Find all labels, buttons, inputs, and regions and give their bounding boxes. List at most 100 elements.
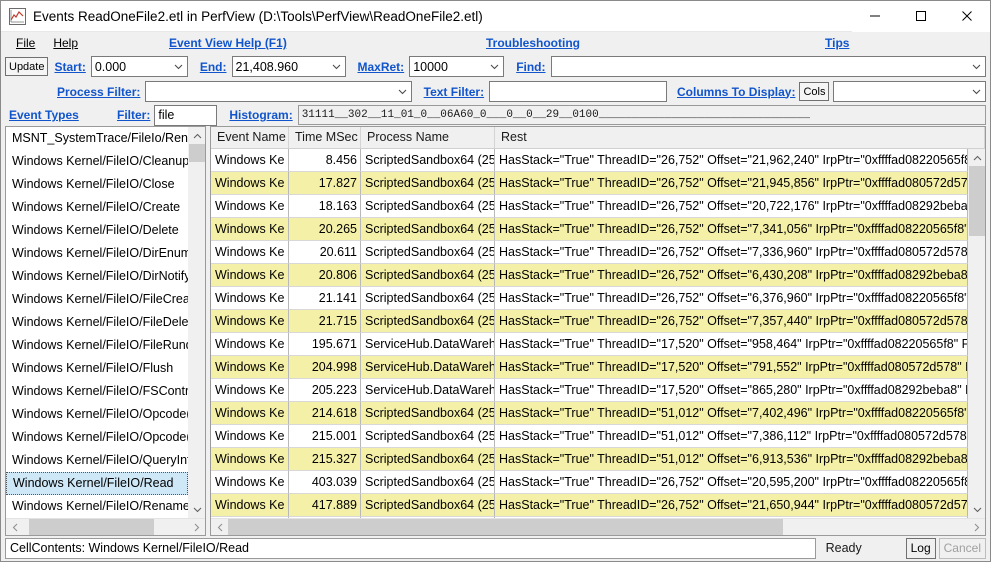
histogram-label[interactable]: Histogram:	[229, 108, 292, 122]
cell-process[interactable]: ServiceHub.DataWarehou	[361, 333, 495, 356]
cell-time[interactable]: 195.671	[289, 333, 361, 356]
table-row[interactable]: Windows Ke214.618ScriptedSandbox64 (2597…	[211, 402, 968, 425]
scroll-down-icon[interactable]	[969, 501, 985, 518]
cell-time[interactable]: 21.715	[289, 310, 361, 333]
event-type-item[interactable]: Windows Kernel/FileIO/QueryInfo	[6, 449, 188, 472]
close-button[interactable]	[944, 0, 990, 32]
cell-rest[interactable]: HasStack="True" ThreadID="26,752" Offset…	[495, 218, 968, 241]
table-row[interactable]: Windows Ke215.327ScriptedSandbox64 (2597…	[211, 448, 968, 471]
cell-rest[interactable]: HasStack="True" ThreadID="26,752" Offset…	[495, 172, 968, 195]
chevron-down-icon[interactable]	[169, 57, 187, 76]
scroll-down-icon[interactable]	[189, 501, 205, 518]
cell-event[interactable]: Windows Ke	[211, 333, 289, 356]
event-type-item[interactable]: Windows Kernel/FileIO/FileCreate	[6, 288, 188, 311]
cell-rest[interactable]: HasStack="True" ThreadID="26,752" Offset…	[495, 264, 968, 287]
cell-process[interactable]: ScriptedSandbox64 (2597	[361, 172, 495, 195]
cell-process[interactable]: ScriptedSandbox64 (2597	[361, 241, 495, 264]
cell-time[interactable]: 417.889	[289, 494, 361, 517]
menu-item-file[interactable]: File	[7, 32, 44, 54]
scroll-up-icon[interactable]	[969, 149, 985, 166]
table-row[interactable]: Windows Ke204.998ServiceHub.DataWarehouH…	[211, 356, 968, 379]
cell-process[interactable]: ScriptedSandbox64 (2597	[361, 402, 495, 425]
table-row[interactable]: Windows Ke215.001ScriptedSandbox64 (2597…	[211, 425, 968, 448]
chevron-down-icon[interactable]	[393, 82, 411, 101]
table-row[interactable]: Windows Ke21.141ScriptedSandbox64 (2597H…	[211, 287, 968, 310]
cell-rest[interactable]: HasStack="True" ThreadID="51,012" Offset…	[495, 448, 968, 471]
scroll-right-icon[interactable]	[968, 519, 985, 535]
end-combo[interactable]	[231, 56, 346, 77]
table-row[interactable]: Windows Ke21.715ScriptedSandbox64 (2597H…	[211, 310, 968, 333]
tips-link[interactable]: Tips	[825, 36, 849, 50]
cell-event[interactable]: Windows Ke	[211, 241, 289, 264]
event-type-item[interactable]: Windows Kernel/FileIO/Opcode(8	[6, 426, 188, 449]
event-type-item[interactable]: Windows Kernel/FileIO/FileRundo	[6, 334, 188, 357]
cell-rest[interactable]: HasStack="True" ThreadID="26,752" Offset…	[495, 241, 968, 264]
table-row[interactable]: Windows Ke17.827ScriptedSandbox64 (2597H…	[211, 172, 968, 195]
vertical-scroll-thumb[interactable]	[189, 144, 205, 162]
cell-time[interactable]: 8.456	[289, 149, 361, 172]
cell-event[interactable]: Windows Ke	[211, 195, 289, 218]
chevron-down-icon[interactable]	[327, 57, 345, 76]
column-header-0[interactable]: Event Name	[211, 127, 289, 148]
process-filter-label[interactable]: Process Filter:	[57, 85, 140, 99]
cell-time[interactable]: 214.618	[289, 402, 361, 425]
chevron-down-icon[interactable]	[968, 82, 986, 101]
cell-event[interactable]: Windows Ke	[211, 310, 289, 333]
update-button[interactable]: Update	[5, 57, 49, 76]
cell-time[interactable]: 20.265	[289, 218, 361, 241]
cell-process[interactable]: ServiceHub.DataWarehou	[361, 356, 495, 379]
vertical-scroll-track[interactable]	[189, 144, 205, 501]
scroll-right-icon[interactable]	[188, 519, 205, 535]
cell-rest[interactable]: HasStack="True" ThreadID="26,752" Offset…	[495, 195, 968, 218]
cell-time[interactable]: 205.223	[289, 379, 361, 402]
cell-event[interactable]: Windows Ke	[211, 218, 289, 241]
menu-item-help[interactable]: Help	[44, 32, 87, 54]
column-header-3[interactable]: Rest	[495, 127, 985, 148]
cols-button[interactable]: Cols	[799, 82, 830, 101]
column-header-2[interactable]: Process Name	[361, 127, 495, 148]
text-filter-input-wrap[interactable]	[489, 81, 667, 102]
cell-rest[interactable]: HasStack="True" ThreadID="26,752" Offset…	[495, 471, 968, 494]
maxret-input[interactable]	[410, 57, 487, 76]
column-header-1[interactable]: Time MSec	[289, 127, 361, 148]
table-row[interactable]: Windows Ke417.889ScriptedSandbox64 (2597…	[211, 494, 968, 517]
cell-process[interactable]: ScriptedSandbox64 (2597	[361, 494, 495, 517]
event-types-header[interactable]: Event Types	[9, 108, 117, 122]
cell-time[interactable]: 204.998	[289, 356, 361, 379]
start-input[interactable]	[91, 57, 170, 76]
horizontal-scroll-thumb[interactable]	[29, 519, 154, 535]
scroll-left-icon[interactable]	[6, 519, 23, 535]
cell-event[interactable]: Windows Ke	[211, 287, 289, 310]
chevron-down-icon[interactable]	[968, 57, 985, 76]
event-type-item[interactable]: Windows Kernel/FileIO/FSControl	[6, 380, 188, 403]
cell-process[interactable]: ScriptedSandbox64 (2597	[361, 218, 495, 241]
event-types-filter-wrap[interactable]	[154, 104, 218, 126]
event-types-horizontal-scrollbar[interactable]	[6, 518, 205, 535]
cell-rest[interactable]: HasStack="True" ThreadID="17,520" Offset…	[495, 379, 968, 402]
event-type-item[interactable]: Windows Kernel/FileIO/Create	[6, 196, 188, 219]
troubleshooting-link[interactable]: Troubleshooting	[486, 36, 580, 50]
cell-process[interactable]: ScriptedSandbox64 (2597	[361, 471, 495, 494]
cell-rest[interactable]: HasStack="True" ThreadID="26,752" Offset…	[495, 287, 968, 310]
text-filter-input[interactable]	[490, 82, 666, 101]
text-filter-label[interactable]: Text Filter:	[424, 85, 484, 99]
cell-time[interactable]: 18.163	[289, 195, 361, 218]
cell-time[interactable]: 20.806	[289, 264, 361, 287]
cell-process[interactable]: ScriptedSandbox64 (2597	[361, 310, 495, 333]
event-view-help-link[interactable]: Event View Help (F1)	[169, 36, 287, 50]
columns-to-display-label[interactable]: Columns To Display:	[677, 85, 795, 99]
minimize-button[interactable]	[852, 0, 898, 32]
start-combo[interactable]	[90, 56, 188, 77]
cell-time[interactable]: 215.327	[289, 448, 361, 471]
grid-vertical-scrollbar[interactable]	[968, 149, 985, 518]
event-type-item[interactable]: Windows Kernel/FileIO/Cleanup	[6, 150, 188, 173]
find-label[interactable]: Find:	[516, 60, 545, 74]
cell-event[interactable]: Windows Ke	[211, 425, 289, 448]
event-type-item[interactable]: Windows Kernel/FileIO/DirEnum	[6, 242, 188, 265]
cell-event[interactable]: Windows Ke	[211, 172, 289, 195]
chevron-down-icon[interactable]	[486, 57, 504, 76]
event-types-filter-input[interactable]	[155, 105, 217, 125]
horizontal-scroll-thumb[interactable]	[228, 519, 783, 535]
table-row[interactable]: Windows Ke205.223ServiceHub.DataWarehouH…	[211, 379, 968, 402]
cell-event[interactable]: Windows Ke	[211, 471, 289, 494]
